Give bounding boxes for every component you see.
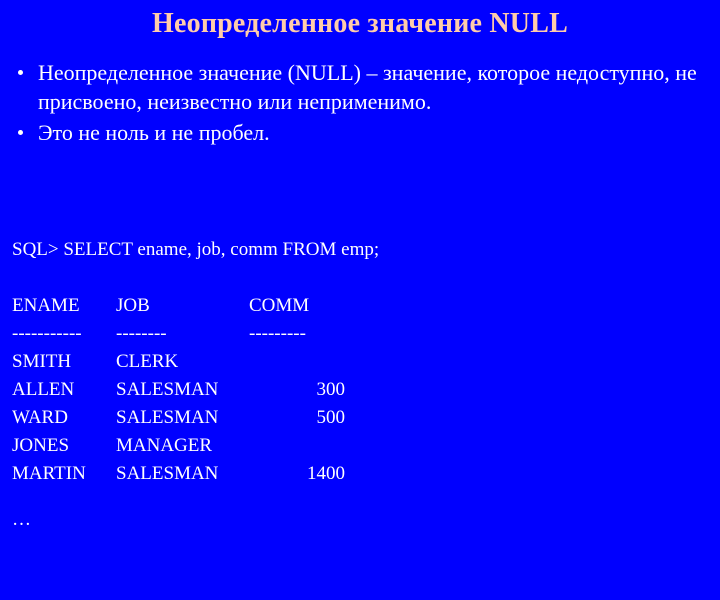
cell-ename: JONES [12,435,70,456]
column-separator-comm: --------- [249,323,306,344]
column-separator-ename: ----------- [12,323,82,344]
column-header-ename: ENAME [12,295,80,316]
cell-ename: WARD [12,407,68,428]
bullet-list: Неопределенное значение (NULL) – значени… [12,58,702,149]
slide-canvas: Неопределенное значение NULL Неопределен… [0,0,720,540]
cell-comm: 1400 [307,463,345,484]
sql-prompt-line: SQL> SELECT ename, job, comm FROM emp; [12,239,380,260]
list-item-label: Неопределенное значение (NULL) – значени… [38,60,697,114]
cell-job: SALESMAN [116,463,219,484]
column-header-job: JOB [116,295,150,316]
cell-comm: 300 [316,379,346,400]
table-row: WARD SALESMAN 500 [12,404,712,432]
table-row: JONES MANAGER [12,432,712,460]
table-header-row: ENAME JOB COMM [12,292,712,320]
cell-job: SALESMAN [116,407,219,428]
list-item-label: Это не ноль и не пробел. [38,120,270,145]
sql-console-output: SQL> SELECT ename, job, comm FROM emp; E… [12,236,712,488]
cell-job: CLERK [116,351,179,372]
bullet-dot-icon [18,130,23,135]
list-item: Неопределенное значение (NULL) – значени… [12,58,702,116]
column-separator-job: -------- [116,323,167,344]
table-separator-row: ----------- -------- --------- [12,320,712,348]
cell-ename: MARTIN [12,463,86,484]
list-item: Это не ноль и не пробел. [12,118,702,147]
truncation-marker: … [12,509,31,530]
column-header-comm: COMM [249,295,310,316]
bullet-dot-icon [18,70,23,75]
cell-ename: ALLEN [12,379,75,400]
cell-ename: SMITH [12,351,72,372]
table-row: MARTIN SALESMAN 1400 [12,460,712,488]
table-row: SMITH CLERK [12,348,712,376]
table-row: ALLEN SALESMAN 300 [12,376,712,404]
cell-job: MANAGER [116,435,213,456]
cell-comm: 500 [316,407,346,428]
page-title: Неопределенное значение NULL [152,8,568,39]
cell-job: SALESMAN [116,379,219,400]
